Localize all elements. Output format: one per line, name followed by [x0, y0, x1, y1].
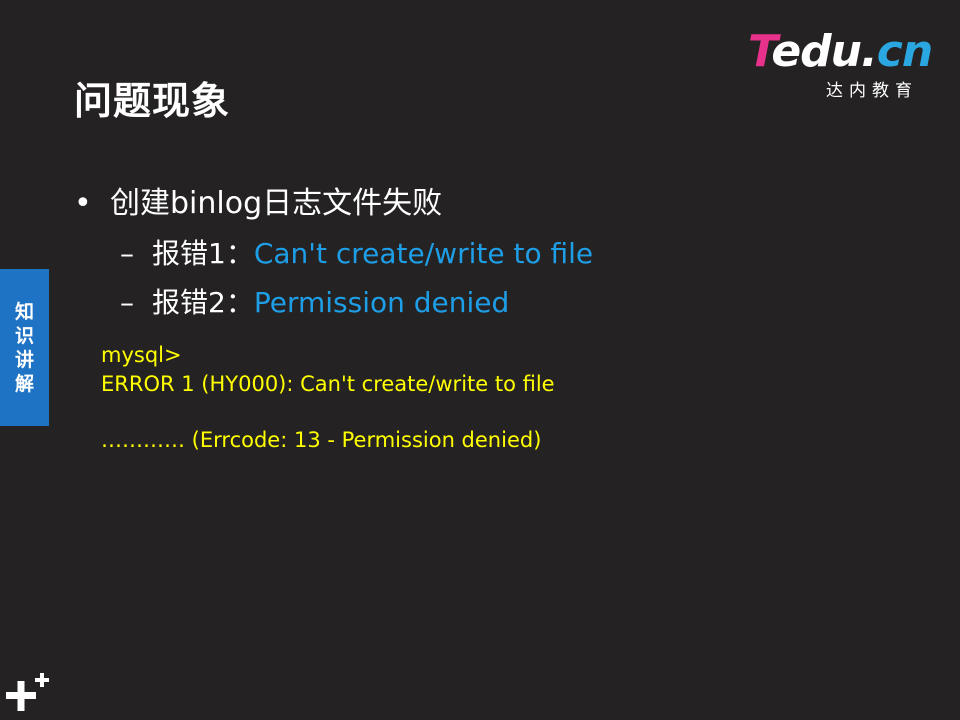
- sub-bullet-error-2: – 报错2：Permission denied: [120, 281, 509, 321]
- slide: 问题现象 Tedu.cn 达内教育 知 识 讲 解 • 创建binlog日志文件失…: [0, 0, 960, 720]
- plus-plus-icon: [6, 673, 49, 711]
- sub-bullet-prefix: 报错2：: [152, 286, 254, 319]
- side-tab-knowledge: 知 识 讲 解: [0, 269, 49, 426]
- side-tab-char: 解: [14, 372, 34, 395]
- logo-letters-cn: cn: [876, 26, 933, 77]
- logo-letters-edu: edu.: [771, 26, 877, 77]
- tedu-logo: Tedu.cn 达内教育: [748, 26, 938, 102]
- slide-title: 问题现象: [74, 79, 231, 123]
- sub-bullet-prefix: 报错1：: [152, 237, 254, 270]
- sub-bullet-error-1: – 报错1：Can't create/write to file: [120, 232, 593, 272]
- sub-bullet-dash: –: [120, 286, 134, 319]
- code-line: mysql>: [101, 343, 182, 367]
- side-tab-char: 讲: [14, 348, 34, 371]
- bullet-main-text: 创建binlog日志文件失败: [110, 186, 443, 221]
- logo-wordmark: Tedu.cn: [748, 26, 933, 77]
- side-tab-char: 知: [14, 300, 34, 323]
- code-line: ………… (Errcode: 13 - Permission denied): [101, 428, 542, 452]
- logo-letter-t: T: [748, 26, 772, 77]
- bullet-main: • 创建binlog日志文件失败: [74, 178, 442, 222]
- side-tab-char: 识: [14, 324, 34, 347]
- sub-bullet-dash: –: [120, 237, 134, 270]
- code-line: ERROR 1 (HY000): Can't create/write to f…: [101, 372, 555, 396]
- sub-bullet-highlight: Permission denied: [253, 286, 510, 319]
- sub-bullet-highlight: Can't create/write to file: [253, 237, 594, 270]
- bullet-dot: •: [74, 186, 92, 221]
- logo-subtitle: 达内教育: [826, 81, 918, 101]
